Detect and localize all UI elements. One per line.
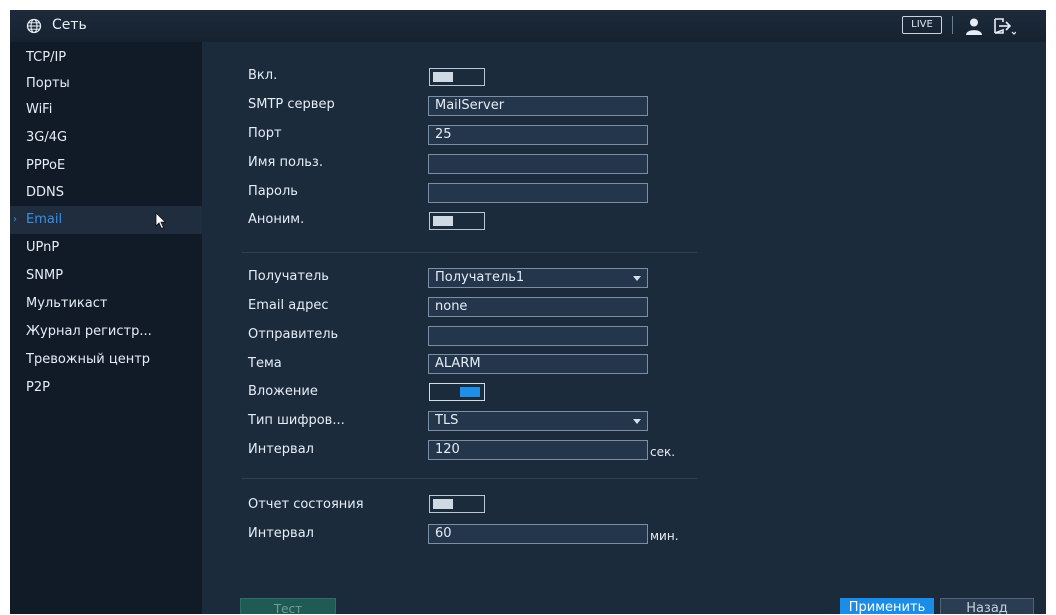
toggle-knob	[460, 387, 480, 397]
status-report-label: Отчет состояния	[248, 497, 364, 512]
attachment-label: Вложение	[248, 384, 318, 399]
app-frame: Сеть LIVE TCP/IP Порты WiFi 3G/4G PPPoE …	[10, 10, 1046, 614]
header-divider	[952, 16, 953, 34]
chevron-down-icon	[633, 276, 641, 281]
sender-label: Отправитель	[248, 327, 339, 342]
sender-input[interactable]	[428, 326, 648, 346]
section-divider	[242, 252, 697, 253]
recipient-value: Получатель1	[435, 270, 525, 285]
status-interval-label: Интервал	[248, 526, 314, 541]
toggle-knob	[433, 216, 453, 226]
attachment-toggle[interactable]	[429, 383, 485, 401]
test-button[interactable]: Тест	[240, 598, 336, 614]
sidebar-item-ports[interactable]: Порты	[10, 70, 202, 98]
sidebar-item-upnp[interactable]: UPnP	[10, 234, 202, 262]
status-interval-input[interactable]: 60	[428, 524, 648, 544]
username-label: Имя польз.	[248, 155, 323, 170]
interval-input[interactable]: 120	[428, 440, 648, 460]
page-title: Сеть	[52, 17, 87, 33]
password-label: Пароль	[248, 184, 298, 199]
port-input[interactable]: 25	[428, 125, 648, 145]
sidebar-item-tcpip[interactable]: TCP/IP	[10, 44, 202, 72]
sidebar-item-ddns[interactable]: DDNS	[10, 179, 202, 207]
email-settings-panel: Вкл. SMTP сервер MailServer Порт 25 Имя …	[202, 42, 1046, 614]
mouse-cursor-icon	[155, 212, 167, 230]
smtp-server-input[interactable]: MailServer	[428, 96, 648, 116]
username-input[interactable]	[428, 154, 648, 174]
back-button[interactable]: Назад	[940, 598, 1034, 614]
enable-label: Вкл.	[248, 68, 278, 83]
email-address-input[interactable]: none	[428, 297, 648, 317]
anonymous-toggle[interactable]	[429, 212, 485, 230]
status-report-toggle[interactable]	[429, 495, 485, 513]
user-icon[interactable]	[964, 16, 984, 36]
subject-input[interactable]: ALARM	[428, 354, 648, 374]
encryption-select[interactable]: TLS	[428, 411, 648, 431]
sidebar-item-p2p[interactable]: P2P	[10, 374, 202, 402]
sidebar: TCP/IP Порты WiFi 3G/4G PPPoE DDNS › Ema…	[10, 42, 202, 614]
live-button[interactable]: LIVE	[902, 16, 942, 34]
password-input[interactable]	[428, 183, 648, 203]
sidebar-item-email[interactable]: › Email	[10, 206, 202, 234]
globe-icon	[26, 18, 42, 34]
interval-unit: сек.	[650, 445, 676, 459]
section-divider	[242, 478, 697, 479]
subject-label: Тема	[248, 356, 282, 371]
recipient-select[interactable]: Получатель1	[428, 268, 648, 288]
chevron-down-icon	[633, 419, 641, 424]
status-interval-unit: мин.	[650, 529, 679, 543]
active-indicator-icon: ›	[13, 214, 17, 225]
apply-button[interactable]: Применить	[840, 598, 934, 614]
sidebar-item-snmp[interactable]: SNMP	[10, 262, 202, 290]
encryption-value: TLS	[435, 413, 459, 428]
interval-label: Интервал	[248, 442, 314, 457]
sidebar-item-alarm-center[interactable]: Тревожный центр	[10, 346, 202, 374]
sidebar-item-wifi[interactable]: WiFi	[10, 96, 202, 124]
enable-toggle[interactable]	[429, 68, 485, 86]
toggle-knob	[433, 72, 453, 82]
anonymous-label: Аноним.	[248, 212, 305, 227]
sidebar-item-multicast[interactable]: Мультикаст	[10, 290, 202, 318]
toggle-knob	[433, 499, 453, 509]
logout-icon[interactable]	[992, 17, 1016, 35]
port-label: Порт	[248, 126, 282, 141]
sidebar-item-label: Email	[26, 212, 63, 227]
top-bar: Сеть LIVE	[10, 10, 1046, 42]
sidebar-item-log[interactable]: Журнал регистр...	[10, 318, 202, 346]
sidebar-item-3g4g[interactable]: 3G/4G	[10, 124, 202, 152]
encryption-label: Тип шифров...	[248, 413, 345, 428]
sidebar-item-pppoe[interactable]: PPPoE	[10, 152, 202, 180]
email-address-label: Email адрес	[248, 298, 329, 313]
smtp-server-label: SMTP сервер	[248, 97, 335, 112]
recipient-label: Получатель	[248, 269, 329, 284]
